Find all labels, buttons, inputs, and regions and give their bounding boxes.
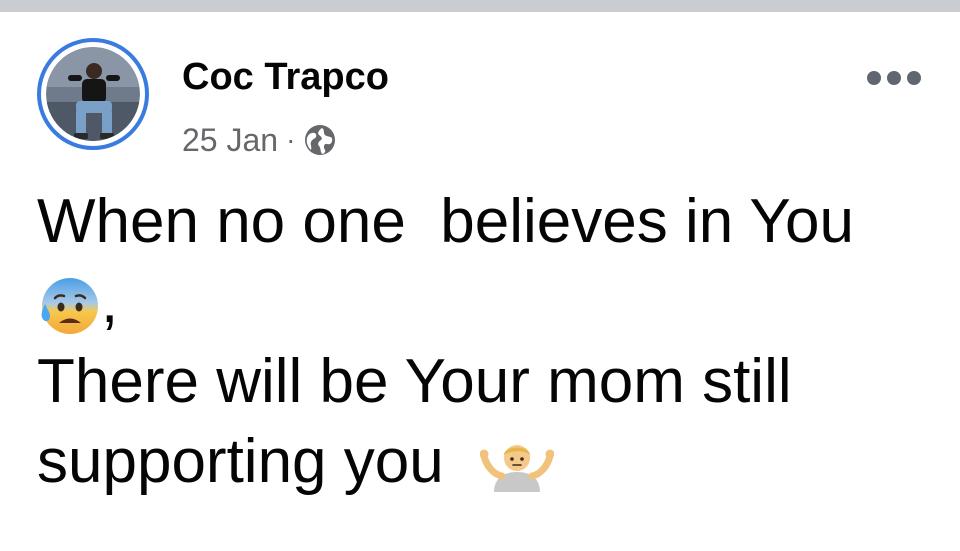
more-options-dot (907, 71, 921, 85)
avatar[interactable] (37, 38, 149, 150)
author-name[interactable]: Coc Trapco (182, 54, 389, 100)
post-text-comma: , (101, 267, 119, 336)
avatar-photo (46, 47, 140, 141)
globe-icon[interactable] (303, 123, 337, 157)
post-text-line-1: When no one believes in You (37, 187, 854, 256)
more-options-dot (887, 71, 901, 85)
more-options-icon (867, 71, 881, 85)
post-text-line-4-text: supporting you (37, 427, 444, 496)
more-options-button[interactable] (862, 58, 926, 98)
post-meta: 25 Jan · (182, 120, 337, 160)
meta-separator: · (286, 124, 296, 155)
anxious-face-with-sweat-icon (41, 277, 98, 334)
person-shrugging-icon (479, 444, 554, 492)
post-body: When no one believes in You , There will… (37, 182, 937, 502)
post-text-line-3: There will be Your mom still (37, 347, 792, 416)
post-text-line-2: , (37, 262, 937, 342)
post-text-line-4: supporting you (37, 422, 937, 502)
top-separator-bar (0, 0, 960, 12)
post-date[interactable]: 25 Jan (182, 122, 278, 159)
